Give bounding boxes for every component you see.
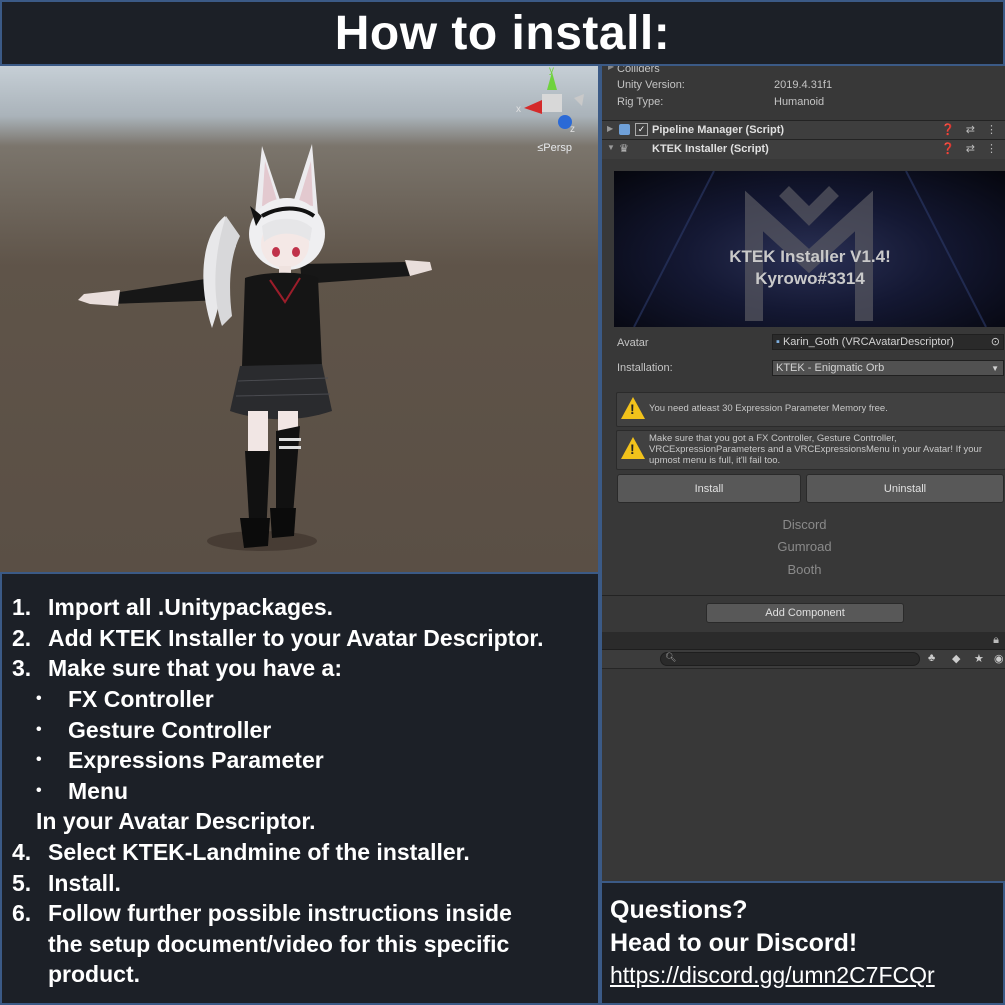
step-6-continued: the setup document/video for this specif… [48,931,510,957]
foldout-open-icon[interactable]: ▼ [607,143,615,152]
step-text: Follow further possible instructions ins… [48,900,512,926]
warning-req-line: VRCExpressionParameters and a VRCExpress… [649,444,983,455]
panel-tab-bar: 🔒︎ [602,632,1005,650]
search-icon: 🔍︎ [665,652,677,662]
after-bullets-text: In your Avatar Descriptor. [36,808,316,834]
title-banner: How to install: [0,0,1005,66]
pipeline-manager-header[interactable]: ▶ ✓ Pipeline Manager (Script) ❓ ⇄ ⋮ [602,120,1005,140]
bullet-text: Menu [68,778,129,804]
banner-title: KTEK Installer V1.4! [729,247,891,266]
descriptor-icon: ▪ [776,336,780,348]
bullet-text: Gesture Controller [68,717,272,743]
favorite-icon[interactable]: ★ [974,652,984,665]
page-title: How to install: [334,6,671,60]
ktek-installer-title: KTEK Installer (Script) [652,143,769,155]
lock-icon[interactable]: 🔒︎ [993,634,999,647]
foldout-arrow-icon[interactable]: ▶ [608,66,614,71]
divider [602,595,1005,596]
banner-author: Kyrowo#3314 [755,269,865,288]
colliders-foldout[interactable]: Colliders [617,66,660,75]
bullet-glyph: • [36,721,42,738]
warning-req-line: Make sure that you got a FX Controller, … [649,433,897,444]
step-text: Select KTEK-Landmine of the installer. [48,839,470,865]
step-number: 1. [12,594,32,620]
bullet-glyph: • [36,690,42,707]
step-text: Make sure that you have a: [48,655,342,681]
bullet-glyph: • [36,751,42,768]
installation-label: Installation: [617,362,673,374]
unity-version-value: 2019.4.31f1 [774,79,833,91]
label-icon[interactable]: ◆ [952,652,960,665]
script-icon [619,124,630,135]
gizmo-x-label: x [516,104,521,115]
installer-logo-icon: ♛ [619,143,629,155]
bullet-glyph: • [36,782,42,799]
instructions-panel: 1. Import all .Unitypackages. 2. Add KTE… [0,572,600,1005]
step-number: 5. [12,870,32,896]
foldout-arrow-icon[interactable]: ▶ [607,124,613,133]
avatar-object-field[interactable]: ▪ Karin_Goth (VRCAvatarDescriptor) ⊙ [772,334,1004,350]
avatar-field-value: Karin_Goth (VRCAvatarDescriptor) [782,336,954,348]
gumroad-link[interactable]: Gumroad [602,539,1005,554]
step-number: 2. [12,625,32,651]
discord-link[interactable]: Discord [602,517,1005,532]
unity-version-label: Unity Version: [617,79,685,91]
enabled-checkbox[interactable]: ✓ [635,123,648,136]
uninstall-button[interactable]: Uninstall [806,474,1004,503]
warning-requirements: ! Make sure that you got a FX Controller… [616,430,1005,470]
discord-prompt: Head to our Discord! [610,929,858,957]
booth-link[interactable]: Booth [602,562,1005,577]
warning-icon: ! [621,397,645,419]
step-text: Import all .Unitypackages. [48,594,334,620]
install-button[interactable]: Install [617,474,801,503]
chevron-down-icon: ▼ [991,364,999,373]
scene-viewport[interactable]: y x z ≤Persp [0,66,600,572]
visibility-icon[interactable]: ◉ [994,652,1004,665]
axis-gizmo[interactable]: y x z [512,66,592,142]
installation-dropdown[interactable]: KTEK - Enigmatic Orb ▼ [772,360,1004,376]
create-icon[interactable]: ♣ [928,652,935,664]
search-input[interactable]: 🔍︎ [660,652,920,666]
step-number: 6. [12,900,32,926]
rig-type-label: Rig Type: [617,96,664,108]
bullet-text: Expressions Parameter [68,747,324,773]
warning-icon: ! [621,437,645,459]
installation-dropdown-value: KTEK - Enigmatic Orb [776,362,885,374]
add-component-button[interactable]: Add Component [706,603,904,623]
object-picker-icon[interactable]: ⊙ [991,335,1000,350]
avatar-label: Avatar [617,337,649,349]
step-number: 4. [12,839,32,865]
ktek-installer-header[interactable]: ▼ ♛ KTEK Installer (Script) ❓ ⇄ ⋮ [602,139,1005,159]
component-menu-icons[interactable]: ❓ ⇄ ⋮ [941,142,1001,155]
warning-req-line: upmost menu is full, it'll fail too. [649,455,781,466]
step-text: Install. [48,870,121,896]
questions-panel: Questions? Head to our Discord! https://… [600,881,1005,1005]
rig-type-value: Humanoid [774,96,825,108]
project-panel: 🔒︎ 🔍︎ ♣ ◆ ★ ◉ [600,632,1005,881]
step-6-continued: product. [48,961,140,987]
component-menu-icons[interactable]: ❓ ⇄ ⋮ [941,123,1001,136]
installer-banner: KTEK Installer V1.4! Kyrowo#3314 [614,171,1005,327]
step-number: 3. [12,655,32,681]
step-text: Add KTEK Installer to your Avatar Descri… [48,625,544,651]
persp-toggle[interactable]: ≤Persp [537,142,572,154]
pipeline-manager-title: Pipeline Manager (Script) [652,124,785,136]
discord-invite-link[interactable]: https://discord.gg/umn2C7FCQr [610,962,935,989]
gizmo-y-label: y [549,66,554,76]
panel-toolbar: 🔍︎ ♣ ◆ ★ ◉ [602,650,1005,669]
warning-memory: ! You need atleast 30 Expression Paramet… [616,392,1005,427]
warning-memory-text: You need atleast 30 Expression Parameter… [649,403,888,414]
gizmo-z-label: z [570,124,575,135]
avatar-model [78,144,432,551]
bullet-text: FX Controller [68,686,214,712]
questions-heading: Questions? [610,896,748,924]
